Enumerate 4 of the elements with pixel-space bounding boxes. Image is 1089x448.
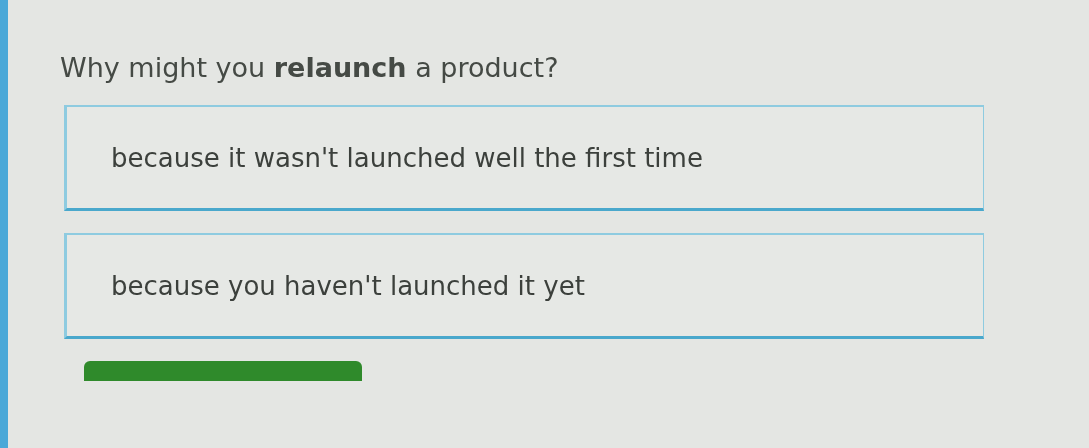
answer-option[interactable]: because it wasn't launched well the first time bbox=[64, 105, 984, 211]
question-text: Why might you relaunch a product? bbox=[60, 52, 559, 83]
submit-button[interactable] bbox=[84, 361, 362, 381]
answer-option[interactable]: because you haven't launched it yet bbox=[64, 233, 984, 339]
